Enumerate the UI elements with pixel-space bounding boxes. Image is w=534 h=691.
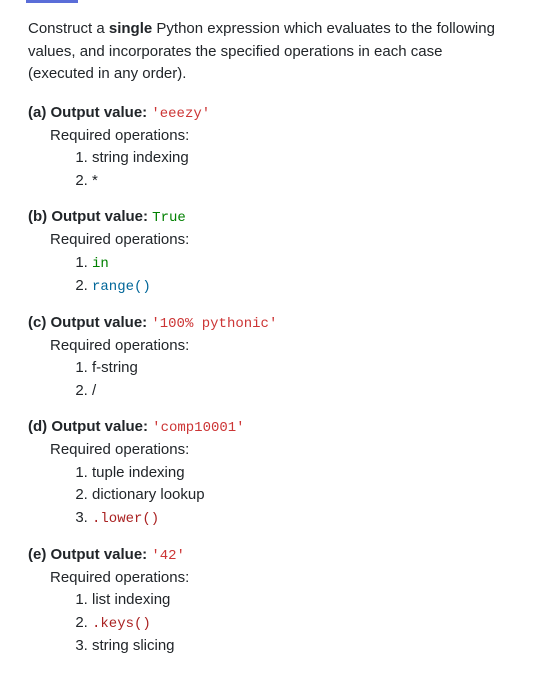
op-item: string slicing [92,635,506,658]
op-range: range() [92,279,151,295]
part-c-value: '100% pythonic' [151,316,277,332]
part-d-ops: tuple indexing dictionary lookup .lower(… [28,462,506,530]
output-label: Output value: [51,418,152,435]
part-d: (d) Output value: 'comp10001' Required o… [28,416,506,530]
part-e-header: (e) Output value: '42' [28,544,506,567]
op-item: .lower() [92,507,506,530]
part-c-ops: f-string / [28,357,506,402]
op-item: .keys() [92,612,506,635]
part-a-ops: string indexing * [28,147,506,192]
output-label: Output value: [51,314,152,331]
part-e-ops: list indexing .keys() string slicing [28,589,506,657]
part-b-letter: (b) [28,208,51,225]
required-ops-label: Required operations: [28,229,506,252]
part-d-header: (d) Output value: 'comp10001' [28,416,506,439]
accent-bar [26,0,78,3]
output-label: Output value: [51,208,152,225]
op-item: / [92,380,506,403]
intro-paragraph: Construct a single Python expression whi… [28,18,506,86]
part-d-letter: (d) [28,418,51,435]
part-e-letter: (e) [28,546,51,563]
part-a-value: 'eeezy' [151,106,210,122]
required-ops-label: Required operations: [28,335,506,358]
part-c: (c) Output value: '100% pythonic' Requir… [28,312,506,403]
part-a-header: (a) Output value: 'eeezy' [28,102,506,125]
op-item: f-string [92,357,506,380]
op-item: range() [92,275,506,298]
part-e: (e) Output value: '42' Required operatio… [28,544,506,658]
intro-pre: Construct a [28,20,109,37]
required-ops-label: Required operations: [28,439,506,462]
required-ops-label: Required operations: [28,125,506,148]
op-in: in [92,256,109,272]
op-lower: .lower() [92,511,159,527]
output-label: Output value: [51,546,152,563]
part-b-header: (b) Output value: True [28,206,506,229]
op-item: string indexing [92,147,506,170]
part-b-value: True [152,210,186,226]
op-item: list indexing [92,589,506,612]
op-item: in [92,252,506,275]
part-a: (a) Output value: 'eeezy' Required opera… [28,102,506,193]
part-b-ops: in range() [28,252,506,298]
part-c-letter: (c) [28,314,51,331]
intro-bold: single [109,20,152,37]
op-item: tuple indexing [92,462,506,485]
op-keys: .keys() [92,616,151,632]
op-item: * [92,170,506,193]
part-e-value: '42' [151,548,185,564]
part-d-value: 'comp10001' [152,420,244,436]
op-item: dictionary lookup [92,484,506,507]
part-a-letter: (a) [28,104,51,121]
required-ops-label: Required operations: [28,567,506,590]
output-label: Output value: [51,104,152,121]
part-b: (b) Output value: True Required operatio… [28,206,506,298]
part-c-header: (c) Output value: '100% pythonic' [28,312,506,335]
